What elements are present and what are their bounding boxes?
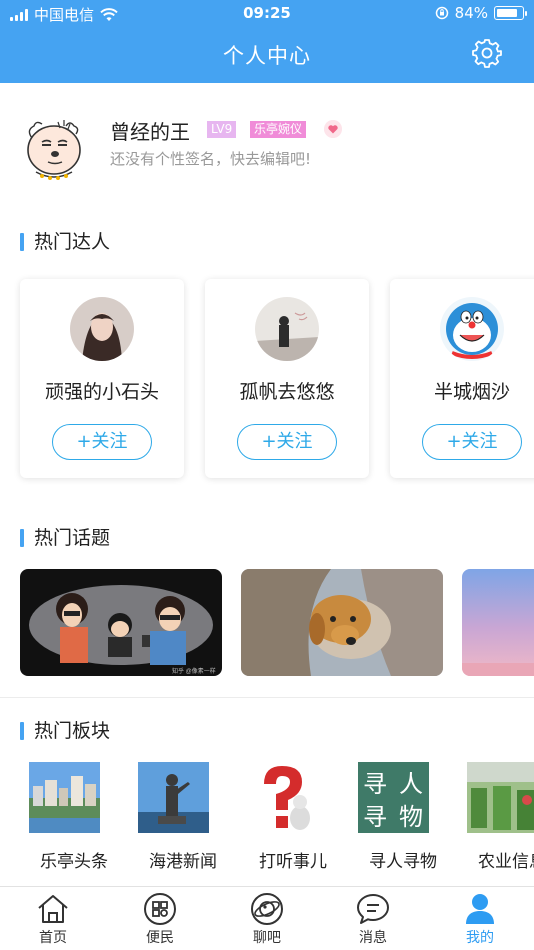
board-image [248,762,319,833]
svg-text:寻: 寻 [363,803,387,831]
svg-text:寻: 寻 [363,770,387,798]
tab-home[interactable]: 首页 [8,893,98,947]
grid-icon [144,893,176,925]
battery-percent: 84% [454,4,488,22]
title-badge: 乐亭婉仪 [250,121,307,138]
board-image [467,762,534,833]
tab-messages[interactable]: 消息 [328,893,418,947]
tab-bar: 首页 便民 聊吧 消息 我的 [0,886,534,950]
tab-label: 我的 [466,930,494,946]
topic-caption: 知乎 @像素一样 [172,667,216,675]
topic-image[interactable] [241,569,443,676]
follow-button[interactable]: +关注 [422,424,522,460]
section-title-boards: 热门板块 [20,719,110,743]
expert-avatar [70,297,134,361]
expert-name: 半城烟沙 [433,381,510,403]
board-item[interactable]: 打听事儿 [248,762,338,872]
tab-services[interactable]: 便民 [115,893,205,947]
level-badge: LV9 [207,121,237,138]
board-item[interactable]: 农业信息 [467,762,534,872]
tab-label: 便民 [146,930,174,946]
profile-card[interactable]: 曾经的王 LV9 乐亭婉仪 还没有个性签名，快去编辑吧! [0,100,534,200]
expert-avatar [440,297,504,361]
header: 中国电信 09:25 84% 个人中心 [0,0,534,83]
svg-text:人: 人 [399,770,423,798]
avatar[interactable] [22,114,86,182]
gear-icon[interactable] [472,38,502,68]
tab-chat[interactable]: 聊吧 [222,893,312,947]
board-item[interactable]: 海港新闻 [138,762,228,872]
board-label: 打听事儿 [259,852,327,872]
board-label: 乐亭头条 [40,852,108,872]
page-title: 个人中心 [223,44,311,68]
board-item[interactable]: 寻 人 寻 物 寻人寻物 [358,762,448,872]
signature-text[interactable]: 还没有个性签名，快去编辑吧! [110,148,311,169]
expert-name: 孤帆去悠悠 [239,381,335,403]
user-icon [466,894,494,924]
expert-avatar [255,297,319,361]
expert-card[interactable]: 顽强的小石头 +关注 [20,279,184,478]
board-image [138,762,209,833]
follow-button[interactable]: +关注 [237,424,337,460]
chat-bubble-icon [357,894,389,924]
username: 曾经的王 [110,120,190,144]
expert-card[interactable]: 半城烟沙 +关注 [390,279,534,478]
tab-label: 消息 [359,930,387,946]
board-label: 寻人寻物 [369,852,437,872]
divider [0,697,534,698]
heart-icon [324,120,342,138]
follow-button[interactable]: +关注 [52,424,152,460]
tab-mine[interactable]: 我的 [435,893,525,947]
expert-card[interactable]: 孤帆去悠悠 +关注 [205,279,369,478]
orientation-lock-icon [435,6,448,20]
board-label: 海港新闻 [149,852,217,872]
topic-image[interactable] [462,569,534,676]
board-image: 寻 人 寻 物 [358,762,429,833]
topic-image[interactable]: 知乎 @像素一样 [20,569,222,676]
tab-label: 聊吧 [253,930,281,946]
battery-icon [494,6,527,20]
board-label: 农业信息 [478,852,534,872]
planet-icon [251,893,283,925]
expert-name: 顽强的小石头 [44,381,159,403]
svg-text:物: 物 [399,803,423,831]
board-image [29,762,100,833]
section-title-experts: 热门达人 [20,230,110,254]
status-bar: 中国电信 09:25 84% [0,0,534,28]
tab-label: 首页 [39,930,67,946]
board-item[interactable]: 乐亭头条 [29,762,119,872]
home-icon [38,895,68,923]
section-title-topics: 热门话题 [20,526,110,550]
